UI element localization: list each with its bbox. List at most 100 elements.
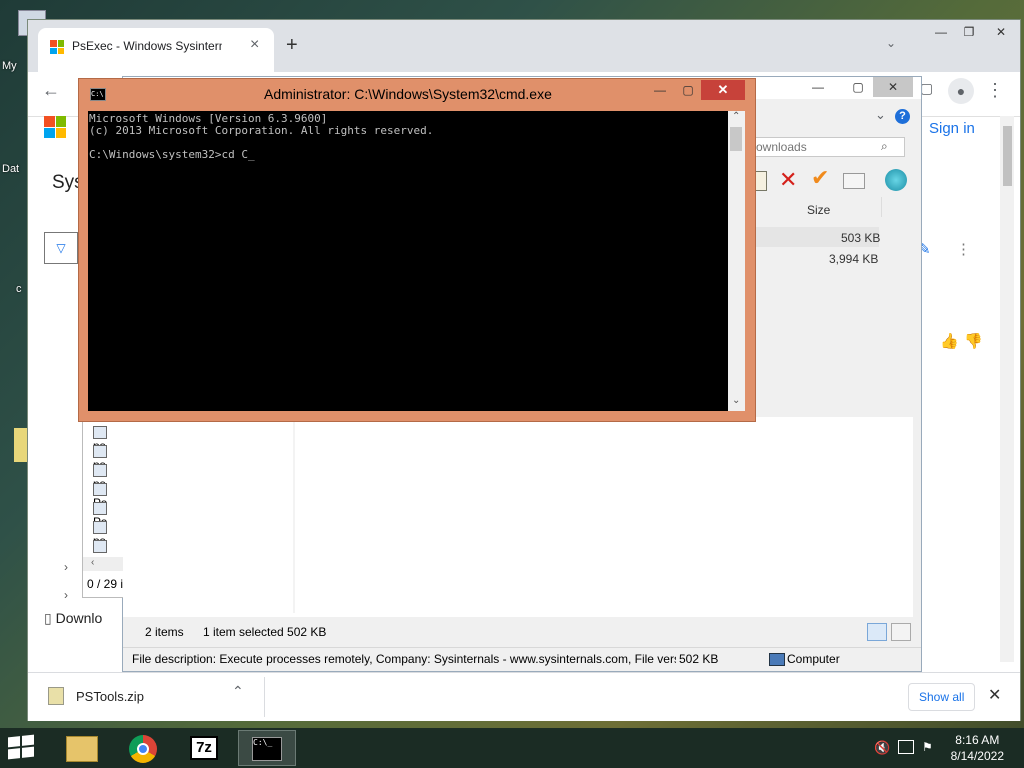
delete-icon[interactable]: ✕ (779, 167, 797, 193)
cmd-scrollbar-thumb[interactable] (730, 127, 742, 151)
large-icons-view-button[interactable] (891, 623, 911, 641)
cmd-scrollbar[interactable]: ⌃ ⌄ (728, 111, 745, 411)
microsoft-logo-icon (50, 40, 64, 54)
desktop-label-dat: Dat (2, 163, 20, 175)
tab-bar: PsExec - Windows Sysinternals | Mi × + ⌄… (28, 20, 1020, 72)
download-divider (264, 677, 265, 717)
zip-file-icon (48, 687, 64, 705)
taskbar-7zip[interactable]: 7z (176, 730, 234, 766)
status-items: 2 items (145, 625, 184, 639)
cmd-maximize-button[interactable]: ▢ (673, 80, 703, 100)
cmd-minimize-button[interactable]: — (645, 80, 675, 100)
exe-icon (93, 426, 107, 440)
explorer-maximize-button[interactable]: ▢ (843, 77, 873, 97)
volume-muted-icon[interactable]: 🔇 (874, 740, 890, 756)
microsoft-page-logo-icon[interactable] (44, 116, 66, 138)
left-hscroll[interactable]: ‹ (83, 557, 123, 571)
statusbar-file-size: 502 KB (679, 652, 719, 666)
action-center-icon[interactable]: ⚑ (922, 740, 933, 754)
console-prompt-line: C:\Windows\system32>cd C_ (89, 148, 255, 161)
cmd-app-icon: C:\ (90, 88, 106, 101)
download-bar-close-icon[interactable]: ✕ (988, 685, 1001, 705)
explorer-close-button[interactable]: ✕ (873, 77, 913, 97)
chrome-close-button[interactable]: ✕ (986, 22, 1016, 42)
thumbs-up-icon[interactable]: 👍 (940, 332, 959, 350)
back-icon[interactable]: ← (36, 80, 66, 101)
status-selected: 1 item selected 502 KB (203, 625, 327, 639)
exe-icon (93, 483, 107, 497)
explorer-content-pane (123, 417, 913, 617)
cmd-window: C:\ Administrator: C:\Windows\System32\c… (78, 78, 756, 422)
tab-title: PsExec - Windows Sysinternals | Mi (72, 39, 222, 53)
cmd-title: Administrator: C:\Windows\System32\cmd.e… (264, 86, 552, 102)
taskbar-clock[interactable]: 8:16 AM 8/14/2022 (951, 732, 1004, 764)
size-column-header[interactable]: Size (807, 203, 830, 217)
file-size-1: 503 KB (841, 231, 881, 245)
left-count: 0 / 29 i (87, 577, 123, 591)
clock-time: 8:16 AM (955, 733, 1000, 747)
sign-in-link[interactable]: Sign in (929, 120, 975, 137)
more-options-icon[interactable]: ⋮ (956, 240, 971, 258)
taskbar: 7z C:\_ 🔇 ⚑ 8:16 AM 8/14/2022 (0, 728, 1024, 768)
nav-chevron-icon-2[interactable]: › (64, 588, 68, 602)
taskbar-cmd[interactable]: C:\_ (238, 730, 296, 766)
nav-chevron-icon[interactable]: › (64, 560, 68, 574)
desktop-icon-folder[interactable] (14, 428, 28, 462)
document-icon: ▯ (44, 610, 52, 626)
file-size-2: 3,994 KB (829, 252, 879, 266)
left-file-list: ps ps ps Ps Ps ps ps ‹ 0 / 29 i (82, 420, 123, 598)
explorer-minimize-button[interactable]: — (803, 77, 833, 97)
download-chevron-up-icon[interactable]: ⌃ (232, 683, 244, 700)
download-section-text: Downlo (55, 610, 103, 626)
tab-close-icon[interactable]: × (250, 36, 259, 54)
shell-icon[interactable] (885, 169, 907, 191)
tab-search-chevron-icon[interactable]: ⌄ (886, 36, 896, 50)
start-button[interactable] (8, 734, 38, 760)
exe-icon (93, 521, 107, 535)
column-divider (881, 197, 882, 217)
checkmark-icon[interactable]: ✔ (811, 165, 829, 191)
chrome-minimize-button[interactable]: — (926, 22, 956, 42)
thumbs-down-icon[interactable]: 👎 (964, 332, 983, 350)
cmd-taskbar-icon: C:\_ (252, 737, 282, 761)
page-scrollbar[interactable] (1000, 116, 1014, 662)
network-icon[interactable] (898, 740, 914, 754)
file-description: File description: Execute processes remo… (132, 652, 676, 666)
taskbar-chrome[interactable] (114, 730, 172, 766)
cmd-scroll-down-icon[interactable]: ⌄ (732, 395, 740, 406)
explorer-pane-divider[interactable] (293, 417, 295, 613)
exe-icon (93, 445, 107, 459)
clock-date: 8/14/2022 (950, 749, 1004, 763)
filter-button[interactable]: ▽ (44, 232, 78, 264)
computer-icon (769, 653, 785, 666)
browser-tab[interactable]: PsExec - Windows Sysinternals | Mi × (38, 28, 274, 72)
console-line: (c) 2013 Microsoft Corporation. All righ… (89, 124, 434, 137)
page-scrollbar-thumb[interactable] (1003, 126, 1012, 186)
windows-logo-icon (8, 734, 34, 760)
taskbar-file-explorer[interactable] (52, 730, 110, 766)
cmd-console[interactable]: Microsoft Windows [Version 6.3.9600] (c)… (88, 111, 728, 411)
cmd-titlebar[interactable]: C:\ Administrator: C:\Windows\System32\c… (79, 79, 755, 109)
desktop-label-my: My (2, 60, 17, 72)
explorer-statusbar: File description: Execute processes remo… (123, 647, 921, 670)
new-tab-button[interactable]: + (286, 34, 298, 57)
location-label: Computer (787, 652, 840, 666)
profile-icon[interactable]: ● (948, 78, 974, 104)
search-icon[interactable]: ⌕ (881, 139, 888, 154)
details-view-button[interactable] (867, 623, 887, 641)
explorer-expand-chevron-icon[interactable]: ⌄ (875, 107, 886, 123)
chrome-maximize-button[interactable]: ❐ (954, 22, 984, 42)
desktop-label-c: c (16, 283, 22, 295)
cmd-close-button[interactable]: ✕ (701, 80, 745, 100)
cmd-scroll-up-icon[interactable]: ⌃ (732, 111, 740, 122)
exe-icon (93, 464, 107, 478)
chrome-menu-icon[interactable]: ⋮ (986, 80, 1004, 101)
info-card-icon[interactable] (843, 173, 865, 189)
seven-zip-icon: 7z (190, 736, 218, 760)
show-all-button[interactable]: Show all (908, 683, 976, 711)
download-section-label[interactable]: ▯ Downlo (44, 610, 102, 627)
help-icon[interactable]: ? (895, 109, 910, 124)
chrome-icon (129, 735, 157, 763)
download-file-name[interactable]: PSTools.zip (76, 689, 144, 704)
exe-icon (93, 540, 107, 554)
